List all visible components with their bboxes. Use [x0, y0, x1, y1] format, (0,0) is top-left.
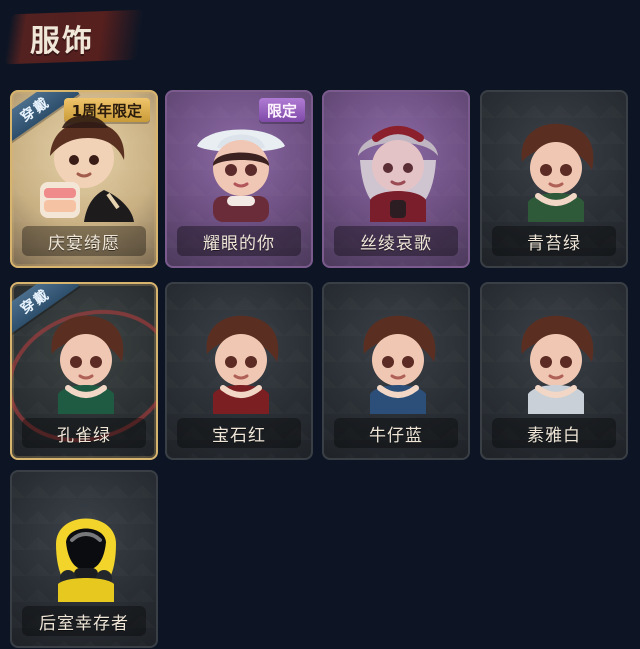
page-title: 服饰 — [30, 24, 94, 59]
costume-card-7[interactable]: 牛仔蓝 — [322, 282, 470, 460]
costume-card-4[interactable]: 青苔绿 — [480, 90, 628, 268]
character-portrait-icon — [358, 126, 438, 222]
costume-label: 孔雀绿 — [22, 418, 146, 448]
costume-card-8[interactable]: 素雅白 — [480, 282, 628, 460]
costume-label: 素雅白 — [492, 418, 616, 448]
costume-card-6[interactable]: 宝石红 — [165, 282, 313, 460]
character-portrait-icon — [40, 115, 134, 222]
page-header: 服饰 — [0, 0, 640, 80]
costume-label: 宝石红 — [177, 418, 301, 448]
character-portrait-icon — [521, 123, 594, 222]
costume-label: 丝绫哀歌 — [334, 226, 458, 256]
character-portrait-icon — [51, 315, 124, 414]
costume-card-5[interactable]: 穿戴 孔雀绿 — [10, 282, 158, 460]
costume-card-1[interactable]: 穿戴 1周年限定 庆宴绮愿 — [10, 90, 158, 268]
character-portrait-icon — [56, 518, 116, 602]
character-portrait-icon — [197, 129, 285, 222]
costume-card-3[interactable]: 丝绫哀歌 — [322, 90, 470, 268]
costume-card-9[interactable]: 后室幸存者 — [10, 470, 158, 648]
costume-label: 耀眼的你 — [177, 226, 301, 256]
costume-label: 牛仔蓝 — [334, 418, 458, 448]
character-portrait-icon — [363, 315, 436, 414]
costume-label: 庆宴绮愿 — [22, 226, 146, 256]
character-portrait-icon — [206, 315, 279, 414]
character-portrait-icon — [521, 315, 594, 414]
costume-label: 后室幸存者 — [22, 606, 146, 636]
costume-label: 青苔绿 — [492, 226, 616, 256]
costume-card-2[interactable]: 限定 耀眼的你 — [165, 90, 313, 268]
